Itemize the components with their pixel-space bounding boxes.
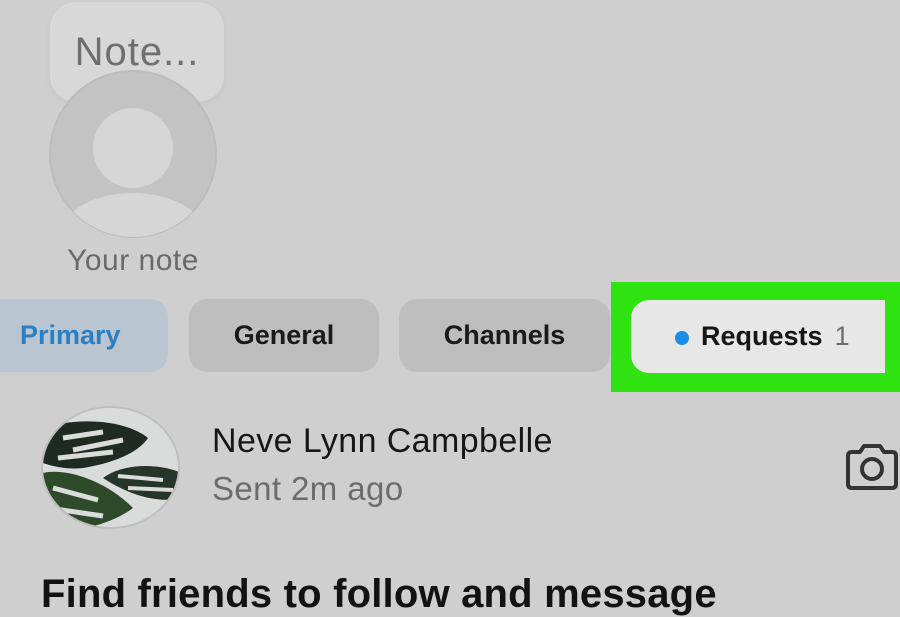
tab-requests[interactable]: Requests 1	[631, 300, 885, 373]
tab-general-label: General	[233, 320, 335, 350]
your-note-label: Your note	[67, 244, 199, 277]
tab-channels[interactable]: Channels	[399, 299, 610, 372]
tab-channels-label: Channels	[443, 320, 566, 350]
message-sender-name: Neve Lynn Campbelle	[212, 422, 553, 460]
find-friends-heading: Find friends to follow and message	[41, 572, 717, 616]
monstera-leaf-icon	[43, 408, 178, 527]
requests-count-badge: 1	[834, 321, 850, 351]
avatar[interactable]	[41, 406, 180, 529]
tab-primary-label: Primary	[20, 320, 121, 350]
camera-icon[interactable]	[842, 442, 900, 492]
tab-primary[interactable]: Primary	[0, 299, 168, 372]
my-avatar[interactable]	[40, 70, 226, 238]
tab-general[interactable]: General	[189, 299, 379, 372]
tab-requests-label: Requests	[701, 321, 823, 351]
message-status: Sent 2m ago	[212, 470, 404, 507]
unread-dot-icon	[675, 331, 689, 345]
note-bubble-text: Note...	[74, 29, 200, 74]
